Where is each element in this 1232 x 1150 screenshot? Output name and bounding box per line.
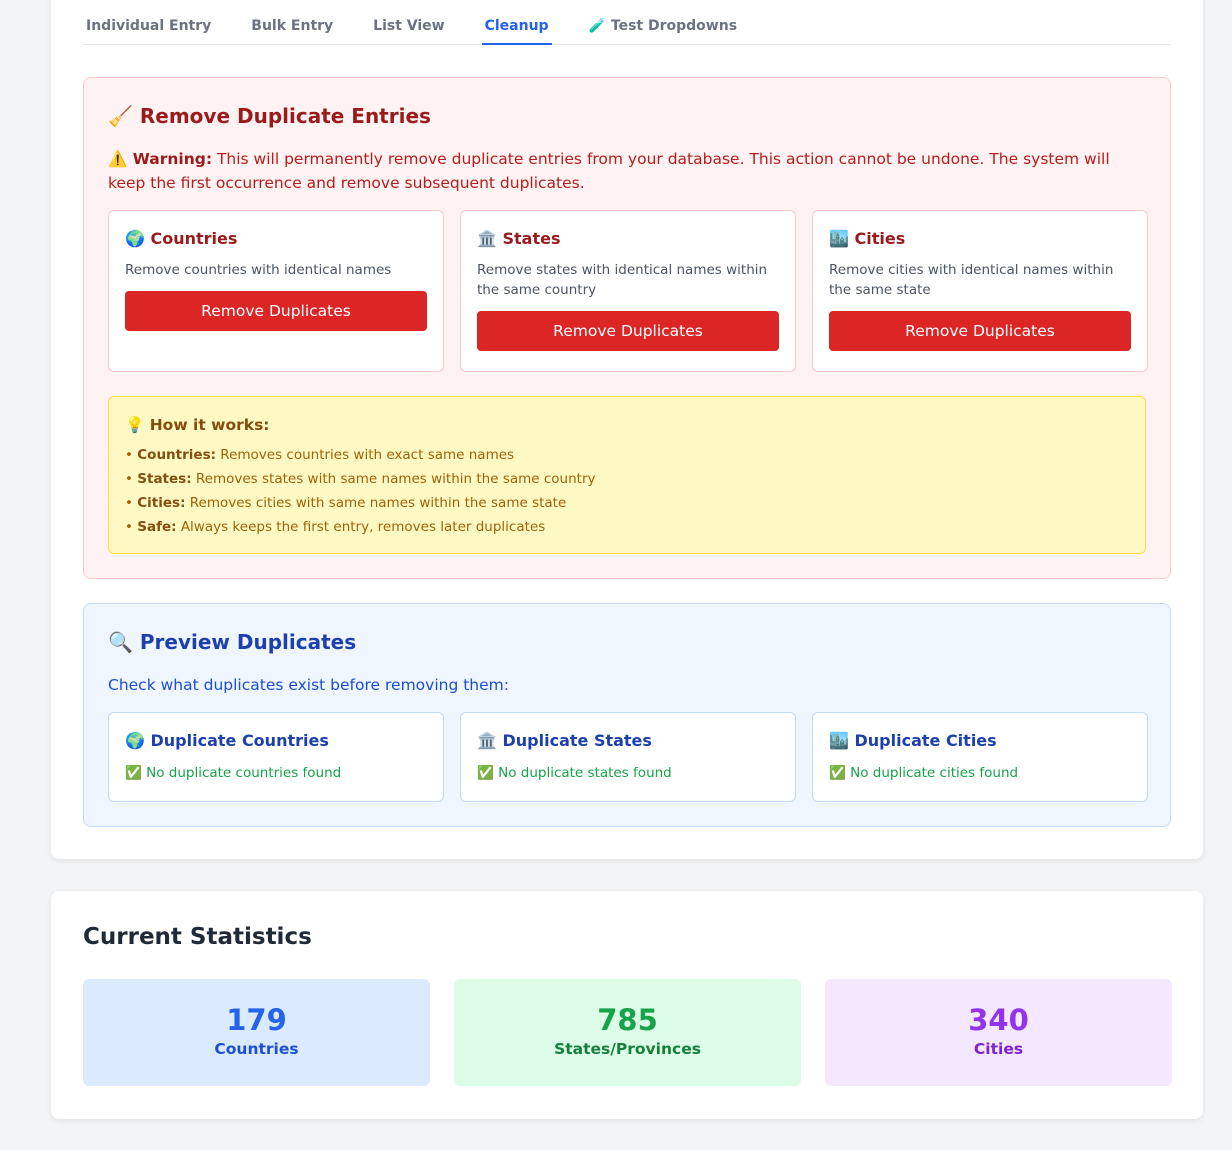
duplicate-states-status: ✅ No duplicate states found [477, 765, 672, 781]
preview-duplicates-section: 🔍 Preview Duplicates Check what duplicat… [83, 603, 1171, 827]
remove-duplicate-countries-button[interactable]: Remove Duplicates [125, 291, 427, 331]
preview-cards: 🌍 Duplicate Countries ✅ No duplicate cou… [108, 712, 1148, 802]
list-item: • Countries: Removes countries with exac… [125, 447, 515, 463]
remove-duplicates-title: 🧹 Remove Duplicate Entries [108, 104, 431, 128]
stat-countries-label: Countries [214, 1040, 299, 1058]
states-card-title: 🏛️ States [477, 229, 561, 248]
duplicate-cities-card: 🏙️ Duplicate Cities ✅ No duplicate citie… [812, 712, 1148, 802]
stat-countries-value: 179 [226, 1003, 287, 1037]
statistics-panel: Current Statistics 179 Countries 785 Sta… [51, 891, 1203, 1119]
warning-text: This will permanently remove duplicate e… [108, 150, 1110, 192]
stat-states-label: States/Provinces [554, 1040, 701, 1058]
remove-duplicate-states-button[interactable]: Remove Duplicates [477, 311, 779, 351]
remove-cards: 🌍 Countries Remove countries with identi… [108, 210, 1148, 372]
duplicate-states-title: 🏛️ Duplicate States [477, 731, 652, 750]
how-it-works-title: 💡 How it works: [125, 416, 270, 434]
list-item: • Safe: Always keeps the first entry, re… [125, 519, 546, 535]
stat-countries: 179 Countries [83, 979, 430, 1086]
remove-duplicates-section: 🧹 Remove Duplicate Entries ⚠️ Warning: T… [83, 77, 1171, 579]
duplicate-cities-title: 🏙️ Duplicate Cities [829, 731, 997, 750]
states-card: 🏛️ States Remove states with identical n… [460, 210, 796, 372]
duplicate-states-card: 🏛️ Duplicate States ✅ No duplicate state… [460, 712, 796, 802]
stat-states-value: 785 [597, 1003, 658, 1037]
warning-label: ⚠️ Warning: [108, 150, 213, 168]
cities-card: 🏙️ Cities Remove cities with identical n… [812, 210, 1148, 372]
countries-card: 🌍 Countries Remove countries with identi… [108, 210, 444, 372]
stat-states: 785 States/Provinces [454, 979, 801, 1086]
tab-bar: Individual Entry Bulk Entry List View Cl… [83, 0, 1171, 45]
duplicate-countries-status: ✅ No duplicate countries found [125, 765, 342, 781]
cities-card-title: 🏙️ Cities [829, 229, 906, 248]
tab-bulk-entry[interactable]: Bulk Entry [248, 0, 336, 45]
preview-subtitle: Check what duplicates exist before remov… [108, 676, 509, 694]
states-card-desc: Remove states with identical names withi… [477, 262, 768, 298]
stat-cities: 340 Cities [825, 979, 1172, 1086]
how-it-works-box: 💡 How it works: • Countries: Removes cou… [108, 396, 1146, 554]
list-item: • Cities: Removes cities with same names… [125, 495, 567, 511]
stat-cities-value: 340 [968, 1003, 1029, 1037]
countries-card-title: 🌍 Countries [125, 229, 238, 248]
list-item: • States: Removes states with same names… [125, 471, 596, 487]
countries-card-desc: Remove countries with identical names [125, 262, 392, 278]
duplicate-countries-card: 🌍 Duplicate Countries ✅ No duplicate cou… [108, 712, 444, 802]
remove-duplicate-cities-button[interactable]: Remove Duplicates [829, 311, 1131, 351]
tab-individual-entry[interactable]: Individual Entry [83, 0, 214, 45]
warning-message: ⚠️ Warning: This will permanently remove… [108, 147, 1148, 195]
duplicate-countries-title: 🌍 Duplicate Countries [125, 731, 329, 750]
tab-list-view[interactable]: List View [370, 0, 447, 45]
statistics-title: Current Statistics [83, 924, 312, 950]
how-it-works-list: • Countries: Removes countries with exac… [125, 443, 1129, 539]
cleanup-panel: Individual Entry Bulk Entry List View Cl… [51, 0, 1203, 859]
tab-cleanup[interactable]: Cleanup [481, 0, 552, 45]
duplicate-cities-status: ✅ No duplicate cities found [829, 765, 1019, 781]
statistics-grid: 179 Countries 785 States/Provinces 340 C… [83, 979, 1172, 1086]
cities-card-desc: Remove cities with identical names withi… [829, 262, 1114, 298]
preview-duplicates-title: 🔍 Preview Duplicates [108, 630, 357, 654]
stat-cities-label: Cities [973, 1040, 1024, 1058]
tab-test-dropdowns[interactable]: 🧪 Test Dropdowns [586, 0, 740, 45]
